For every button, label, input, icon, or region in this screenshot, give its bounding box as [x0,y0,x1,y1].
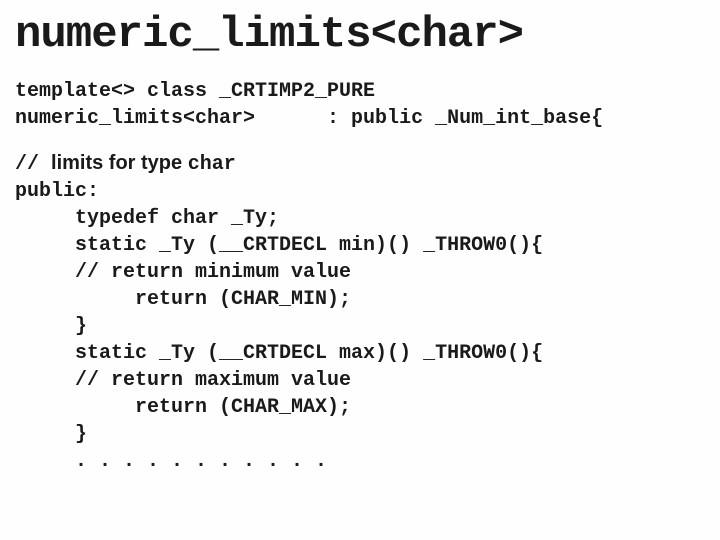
code-line-min-close: } [15,313,705,340]
code-line-ellipsis: . . . . . . . . . . . [15,448,705,475]
code-line-min-comment: // return minimum value [15,259,705,286]
code-line-public: public: [15,178,705,205]
code-line-max-close: } [15,421,705,448]
code-comment-line: // limits for type char [15,150,705,178]
comment-text: limits for type [51,152,188,174]
code-line-max-decl: static _Ty (__CRTDECL max)() _THROW0(){ [15,340,705,367]
slide-title: numeric_limits<char> [15,10,705,60]
code-line-2: numeric_limits<char> : public _Num_int_b… [15,105,705,132]
code-line-max-return: return (CHAR_MAX); [15,394,705,421]
code-line-1: template<> class _CRTIMP2_PURE [15,78,705,105]
code-line-typedef: typedef char _Ty; [15,205,705,232]
comment-type: char [188,153,236,176]
comment-slashes: // [15,153,51,176]
code-line-min-return: return (CHAR_MIN); [15,286,705,313]
code-line-min-decl: static _Ty (__CRTDECL min)() _THROW0(){ [15,232,705,259]
code-line-max-comment: // return maximum value [15,367,705,394]
